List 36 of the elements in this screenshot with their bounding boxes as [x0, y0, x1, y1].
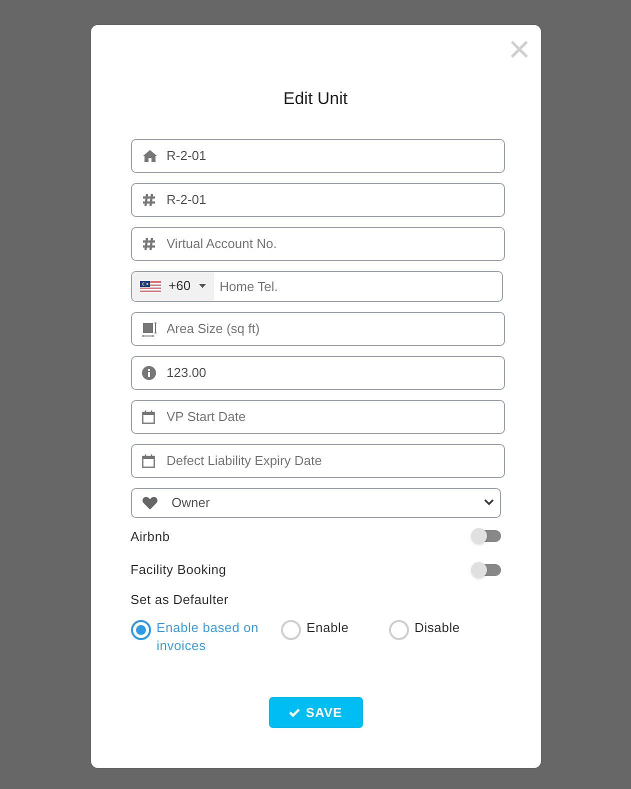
radio-button[interactable] [130, 620, 150, 640]
radio-button[interactable] [388, 620, 408, 640]
home-icon [142, 148, 158, 162]
date-field[interactable]: VP Start Date [130, 400, 504, 434]
select-field[interactable]: Owner [130, 488, 500, 518]
select-value: Owner [172, 494, 211, 512]
country-code-selector[interactable]: +60 [132, 272, 214, 300]
date-field[interactable]: Defect Liability Expiry Date [130, 444, 504, 478]
toggle-switch[interactable] [472, 564, 500, 576]
calendar-icon [142, 454, 154, 468]
defaulter-label: Set as Defaulter [130, 590, 230, 608]
country-code: +60 [168, 277, 191, 296]
heart-icon [142, 496, 158, 510]
calendar-icon [142, 410, 154, 424]
phone-field[interactable]: +60 Home Tel. [130, 270, 502, 302]
caret-icon [198, 284, 206, 288]
input-field[interactable]: Virtual Account No. [130, 226, 504, 260]
radio-option[interactable]: Enable [280, 619, 388, 655]
phone-input[interactable]: Home Tel. [214, 272, 502, 300]
radio-option[interactable]: Disable [388, 619, 478, 655]
toggle-label: Facility Booking [130, 561, 226, 579]
input-field[interactable]: 123.00 [130, 356, 504, 390]
toggle-switch[interactable] [472, 530, 500, 542]
radio-button[interactable] [280, 620, 300, 640]
dialog-title: Edit Unit [283, 88, 348, 110]
hash-icon [142, 192, 156, 206]
input-field[interactable]: R-2-01 [130, 182, 504, 216]
area-icon [142, 322, 158, 338]
input-field[interactable]: Area Size (sq ft) [130, 312, 504, 346]
input-field[interactable]: R-2-01 [130, 138, 504, 172]
info-icon [142, 366, 156, 380]
hash-icon [142, 236, 156, 250]
flag-icon [140, 280, 160, 292]
toggle-label: Airbnb [130, 528, 170, 546]
chevron-down-icon [484, 499, 494, 506]
check-icon [288, 708, 300, 717]
